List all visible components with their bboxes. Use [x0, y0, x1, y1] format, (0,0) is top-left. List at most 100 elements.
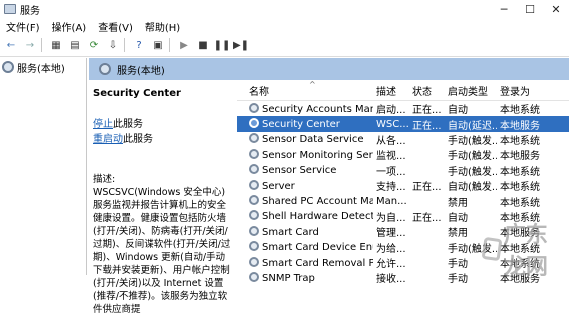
console-tree-icon[interactable]: ▦ — [48, 37, 64, 53]
service-log-on-as: 本地系统 — [500, 182, 540, 194]
service-log-on-as: 本地服务 — [500, 151, 540, 163]
service-desc: Man... — [376, 195, 407, 207]
description-label: 描述: — [93, 174, 116, 185]
forward-arrow-icon[interactable]: → — [22, 37, 38, 53]
service-description: 描述: WSCSVC(Windows 安全中心)服务监视并报告计算机上的安全健康… — [93, 173, 233, 316]
pane-header: 服务(本地) — [89, 58, 569, 80]
service-name-text: Sensor Data Service — [262, 134, 364, 146]
service-log-on-as: 本地系统 — [500, 166, 540, 178]
service-name-text: Smart Card Removal Poli... — [262, 257, 373, 269]
watermark-text: 广东龙网 — [503, 222, 548, 280]
title-bar: 服务 ─ ☐ ✕ — [0, 0, 569, 18]
service-startup-type: 手动(触发... — [448, 135, 497, 147]
service-desc: 管理... — [376, 228, 406, 240]
sort-up-icon: ^ — [309, 80, 316, 89]
help-icon[interactable]: ? — [131, 37, 147, 53]
menu-action[interactable]: 操作(A) — [46, 19, 93, 34]
minimize-icon[interactable]: ─ — [491, 0, 517, 18]
service-status: 正在... — [412, 182, 442, 194]
service-desc: 启动... — [376, 105, 406, 117]
table-row[interactable]: Server 支持... 正在... 自动(触发... 本地系统 — [237, 178, 569, 193]
close-icon[interactable]: ✕ — [543, 0, 569, 18]
service-gear-icon — [249, 148, 259, 159]
service-status: 正在... — [412, 212, 442, 224]
maximize-icon[interactable]: ☐ — [517, 0, 543, 18]
service-name: Smart Card Device Enum... — [237, 241, 373, 253]
service-name: SNMP Trap — [237, 271, 373, 284]
table-row[interactable]: Sensor Service 一项... 手动(触发... 本地系统 — [237, 163, 569, 178]
service-name: Smart Card — [237, 225, 373, 238]
watermark-logo: 广东龙网 — [481, 222, 569, 280]
service-name: Sensor Service — [237, 164, 373, 176]
service-name-text: Shared PC Account Mana... — [262, 196, 373, 208]
pause-service-icon[interactable]: ❚❚ — [214, 37, 231, 53]
stop-service-icon[interactable]: ■ — [195, 37, 211, 53]
service-gear-icon — [249, 118, 259, 129]
service-name: Shell Hardware Detection — [237, 210, 373, 222]
service-name-text: Security Center — [262, 119, 340, 131]
column-header-startup-type[interactable]: 启动类型 — [445, 83, 497, 98]
service-log-on-as: 本地系统 — [500, 197, 540, 209]
table-row[interactable]: Shared PC Account Mana...Man... 禁用 本地系统 — [237, 193, 569, 209]
service-startup-type: 自动(触发... — [448, 182, 497, 194]
table-row[interactable]: Security Center WSC... 正在... 自动(延迟... 本地服务 — [237, 116, 569, 132]
service-name: Sensor Data Service — [237, 133, 373, 145]
service-gear-icon — [249, 225, 259, 236]
service-name: Security Center — [237, 118, 373, 130]
service-desc: 允许... — [376, 259, 406, 271]
back-arrow-icon[interactable]: ← — [3, 37, 19, 53]
show-hide-pane-icon[interactable]: ▣ — [150, 37, 166, 53]
service-desc: 为给... — [376, 243, 406, 255]
column-header-log-on-as[interactable]: 登录为 — [497, 83, 569, 98]
window-title: 服务 — [20, 5, 40, 17]
menu-help[interactable]: 帮助(H) — [139, 19, 186, 34]
refresh-icon[interactable]: ⟳ — [86, 37, 102, 53]
service-desc: 支持... — [376, 182, 406, 194]
restart-service-icon[interactable]: ▶❚ — [233, 37, 249, 53]
table-row[interactable]: Security Accounts Manag...启动... 正在... 自动 本地… — [237, 101, 569, 116]
table-row[interactable]: Sensor Data Service 从各... 手动(触发... 本地系统 — [237, 132, 569, 147]
column-header-status[interactable]: 状态 — [409, 83, 445, 98]
tree-item-label: 服务(本地) — [17, 63, 65, 75]
toolbar-separator — [169, 38, 170, 52]
stop-suffix: 此服务 — [113, 119, 143, 130]
service-name: Sensor Monitoring Service — [237, 148, 373, 161]
service-name-text: Server — [262, 180, 295, 192]
properties-icon[interactable]: ▤ — [67, 37, 83, 53]
service-name-text: Security Accounts Manag... — [262, 103, 373, 115]
service-status: 正在... — [412, 105, 442, 117]
list-header: ^ 名称 描述 状态 启动类型 登录为 — [237, 80, 569, 101]
window-controls: ─ ☐ ✕ — [491, 0, 569, 18]
service-desc: 一项... — [376, 166, 406, 178]
service-gear-icon — [249, 195, 259, 206]
service-gear-icon — [249, 256, 259, 267]
service-desc: WSC... — [376, 118, 409, 130]
restart-line: 重启动此服务 — [93, 130, 233, 145]
start-service-icon[interactable]: ▶ — [176, 37, 192, 53]
table-row[interactable]: Sensor Monitoring Service监视... 手动(触发...本地… — [237, 147, 569, 162]
service-gear-icon — [249, 164, 259, 175]
export-list-icon[interactable]: ⇩ — [105, 37, 121, 53]
menu-file[interactable]: 文件(F) — [0, 19, 46, 34]
service-log-on-as: 本地系统 — [500, 105, 540, 117]
column-header-name[interactable]: 名称 — [237, 83, 373, 98]
toolbar-separator — [124, 38, 125, 52]
service-gear-icon — [249, 241, 259, 252]
service-startup-type: 自动 — [448, 105, 468, 117]
service-desc: 从各... — [376, 135, 406, 147]
detail-service-title: Security Center — [93, 88, 181, 99]
console-tree: 服务(本地) — [0, 58, 87, 275]
column-header-description[interactable]: 描述 — [373, 83, 409, 98]
service-detail-pane: Security Center 停止此服务 重启动此服务 描述: WSCSVC(… — [89, 80, 237, 315]
stop-service-link[interactable]: 停止 — [93, 119, 113, 130]
service-desc: 监视... — [376, 151, 406, 163]
service-gear-icon — [249, 271, 259, 282]
services-app-icon — [4, 4, 16, 14]
service-log-on-as: 本地服务 — [500, 120, 540, 132]
service-name-text: Sensor Service — [262, 165, 337, 177]
menu-bar: 文件(F) 操作(A) 查看(V) 帮助(H) — [0, 18, 569, 34]
tree-item-services-local[interactable]: 服务(本地) — [0, 58, 86, 76]
menu-view[interactable]: 查看(V) — [92, 19, 139, 34]
restart-service-link[interactable]: 重启动 — [93, 134, 123, 145]
service-startup-type: 自动(延迟... — [448, 120, 497, 132]
